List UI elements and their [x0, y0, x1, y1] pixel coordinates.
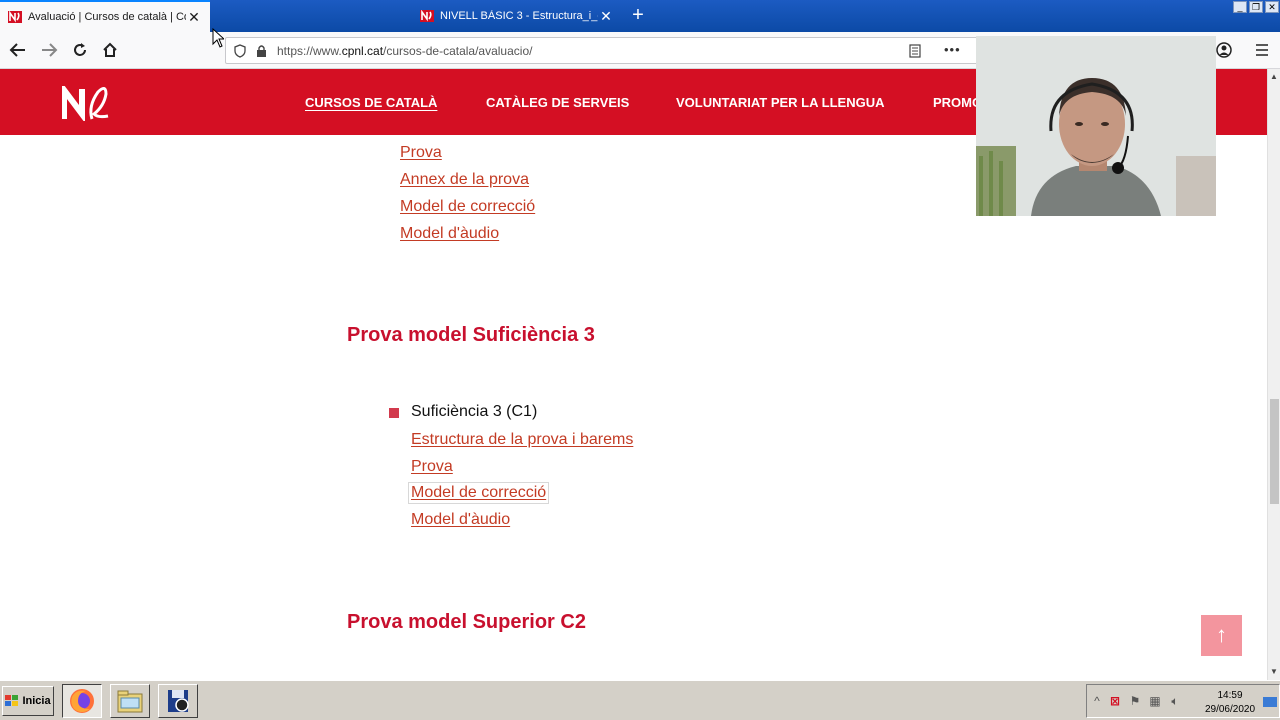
webcam-overlay — [976, 36, 1216, 216]
mouse-cursor-icon — [212, 28, 224, 48]
link-prova[interactable]: Prova — [400, 144, 442, 162]
cpnl-logo[interactable] — [62, 86, 112, 121]
page-actions-button[interactable]: ••• — [944, 42, 961, 57]
antivirus-icon[interactable]: ⊠ — [1107, 694, 1123, 710]
link-annex-prova[interactable]: Annex de la prova — [400, 171, 529, 189]
url-text: https://www.cpnl.cat/cursos-de-catala/av… — [277, 43, 533, 58]
restore-button[interactable]: ❐ — [1249, 1, 1263, 13]
heading-suficiencia: Prova model Suficiència 3 — [347, 324, 595, 346]
file-manager-icon — [117, 690, 143, 713]
back-to-top-button[interactable]: ↑ — [1201, 615, 1242, 656]
scroll-up-icon[interactable]: ▲ — [1270, 72, 1278, 81]
webcam-person-image — [976, 36, 1216, 216]
taskbar-file-manager[interactable] — [110, 684, 150, 718]
close-tab-icon[interactable]: ✕ — [598, 8, 614, 25]
scrollbar-thumb[interactable] — [1270, 399, 1279, 504]
menu-cataleg-de-serveis[interactable]: CATÀLEG DE SERVEIS — [486, 95, 629, 110]
scroll-down-icon[interactable]: ▼ — [1270, 667, 1278, 676]
show-hidden-icons-icon[interactable]: ^ — [1089, 694, 1105, 710]
account-icon — [1216, 42, 1232, 58]
forward-arrow-icon — [42, 43, 58, 57]
action-center-flag-icon[interactable]: ⚑ — [1127, 694, 1143, 710]
menu-voluntariat[interactable]: VOLUNTARIAT PER LA LLENGUA — [676, 95, 884, 110]
windows-logo-icon — [5, 695, 19, 706]
show-desktop-icon[interactable] — [1263, 697, 1277, 707]
lock-icon[interactable] — [256, 44, 267, 57]
tracking-shield-icon[interactable] — [234, 43, 246, 58]
back-arrow-icon — [9, 43, 25, 57]
cpnl-favicon-icon — [420, 10, 434, 22]
link-prova-suficiencia[interactable]: Prova — [411, 458, 453, 476]
link-model-audio-suficiencia[interactable]: Model d'àudio — [411, 511, 510, 529]
network-icon[interactable]: ▦ — [1147, 694, 1163, 710]
address-bar[interactable]: https://www.cpnl.cat/cursos-de-catala/av… — [225, 37, 995, 64]
tab-strip: Avaluació | Cursos de català | Con ✕ NIV… — [0, 0, 1280, 32]
link-estructura-prova[interactable]: Estructura de la prova i barems — [411, 431, 633, 449]
close-window-button[interactable]: ✕ — [1265, 1, 1279, 13]
taskbar-firefox[interactable] — [62, 684, 102, 718]
firefox-icon — [70, 689, 94, 713]
reload-icon — [74, 43, 86, 56]
system-tray: ^ ⊠ ⚑ ▦ 🔈︎ 14:59 29/06/2020 — [1086, 684, 1280, 718]
vertical-scrollbar[interactable]: ▲ ▼ — [1267, 69, 1280, 680]
reader-view-icon[interactable] — [909, 44, 921, 58]
start-label: Inicia — [22, 695, 51, 707]
tab-nivell-basic[interactable]: NIVELL BÀSIC 3 - Estructura_i_crit ✕ — [412, 0, 622, 32]
hamburger-menu-icon — [1256, 44, 1268, 56]
system-clock[interactable]: 14:59 29/06/2020 — [1199, 689, 1261, 717]
clock-date: 29/06/2020 — [1204, 704, 1256, 715]
tab-title: Avaluació | Cursos de català | Con — [28, 11, 186, 23]
back-button[interactable] — [6, 39, 30, 61]
item-title-suficiencia: Suficiència 3 (C1) — [411, 403, 538, 420]
close-tab-icon[interactable]: ✕ — [186, 9, 202, 26]
hamburger-menu-button[interactable] — [1250, 39, 1274, 61]
forward-button[interactable] — [37, 39, 61, 61]
start-button[interactable]: Inicia — [2, 686, 54, 716]
windows-taskbar: Inicia ^ ⊠ ⚑ ▦ 🔈︎ 14:59 29/06/2020 — [0, 680, 1280, 720]
reload-button[interactable] — [68, 39, 92, 61]
list-bullet — [389, 408, 399, 418]
volume-icon[interactable]: 🔈︎ — [1167, 694, 1183, 710]
taskbar-screen-recorder[interactable] — [158, 684, 198, 718]
tab-title: NIVELL BÀSIC 3 - Estructura_i_crit — [440, 10, 598, 22]
minimize-button[interactable]: _ — [1233, 1, 1247, 13]
window-controls: _ ❐ ✕ — [1233, 1, 1279, 13]
page-content: Prova Annex de la prova Model de correcc… — [0, 135, 1267, 680]
cpnl-favicon-icon — [8, 11, 22, 23]
link-model-correccio[interactable]: Model de correcció — [400, 198, 535, 216]
menu-cursos-de-catala[interactable]: CURSOS DE CATALÀ — [305, 95, 437, 110]
link-model-correccio-suficiencia[interactable]: Model de correcció — [407, 482, 550, 504]
screen-recorder-icon — [168, 690, 189, 712]
link-model-audio[interactable]: Model d'àudio — [400, 225, 499, 243]
clock-time: 14:59 — [1217, 690, 1243, 701]
menu-promocio[interactable]: PROMO — [933, 95, 982, 110]
home-icon — [103, 42, 117, 57]
new-tab-button[interactable]: + — [627, 4, 649, 26]
tab-avaluacio[interactable]: Avaluació | Cursos de català | Con ✕ — [0, 0, 210, 32]
heading-superior: Prova model Superior C2 — [347, 611, 586, 633]
home-button[interactable] — [98, 39, 122, 61]
